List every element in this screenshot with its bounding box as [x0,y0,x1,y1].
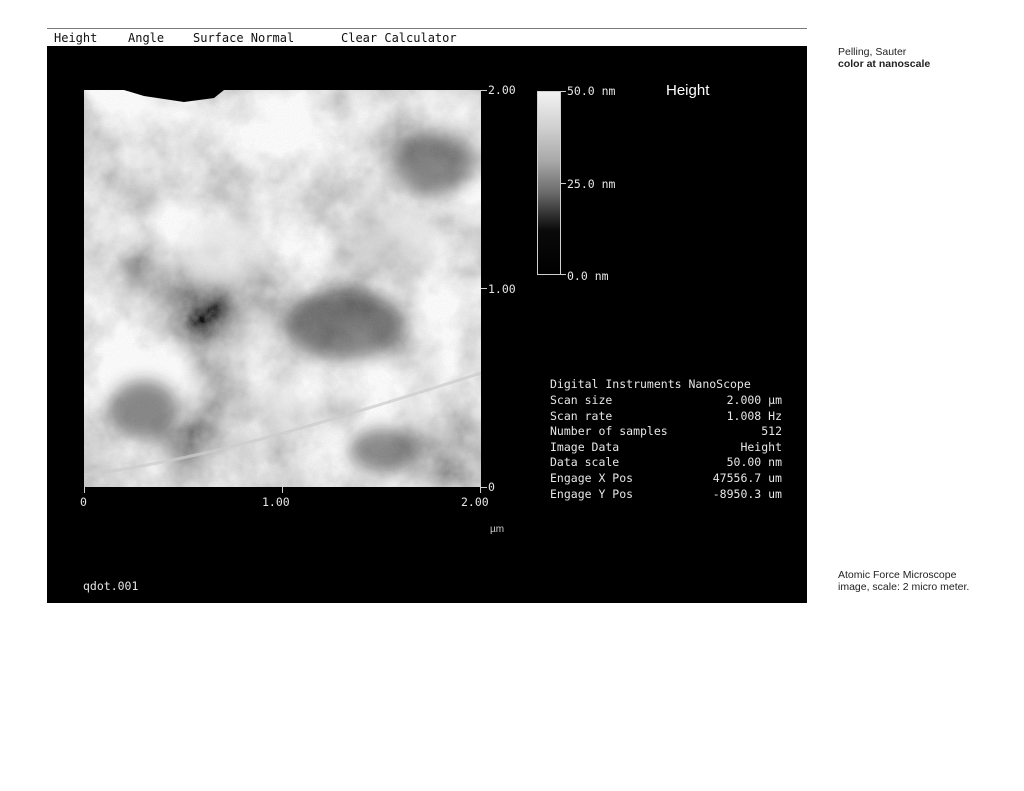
info-label: Engage Y Pos [550,486,634,501]
x-tick-right [480,487,481,493]
info-value: 2.000 µm [726,393,782,407]
info-label: Engage X Pos [550,471,634,485]
y-tick-mid [481,288,487,289]
menu-angle[interactable]: Angle [128,31,164,45]
menu-surface-normal[interactable]: Surface Normal [193,31,294,45]
y-label-mid: 1.00 [488,282,516,296]
info-label: Data scale [550,455,620,470]
side-title: color at nanoscale [838,58,931,70]
scale-label-bottom: 0.0 nm [567,269,609,283]
info-label: Scan rate [550,408,613,423]
scale-label-top: 50.0 nm [567,84,616,98]
y-label-bottom: 0 [488,480,495,494]
x-label-mid: 1.00 [262,495,290,509]
y-tick-top [481,90,487,91]
menu-height[interactable]: Height [54,31,97,45]
scale-label-mid: 25.0 nm [567,177,616,191]
info-value: -8950.3 um [712,486,782,501]
info-value: 512 [761,424,782,439]
info-value: 47556.7 um [712,471,782,485]
y-label-top: 2.00 [488,83,516,97]
x-tick-mid [282,487,283,493]
scale-tick-top [561,91,566,92]
menu-bar: Height Angle Surface Normal Clear Calcul… [47,28,807,46]
x-unit-label: µm [490,524,505,535]
menu-clear-calculator[interactable]: Clear Calculator [341,31,457,45]
side-authors: Pelling, Sauter [838,46,907,58]
info-label: Number of samples [550,424,668,439]
info-value: 50.00 nm [726,455,782,470]
info-label: Image Data [550,439,620,454]
info-label: Scan size [550,393,613,407]
x-label-right: 2.00 [461,495,489,509]
color-scale-bar [537,91,561,275]
x-label-left: 0 [80,495,87,509]
scale-tick-bottom [561,274,566,275]
side-caption: Atomic Force Microscope image, scale: 2 … [838,569,970,593]
y-tick-bottom [481,487,487,488]
info-value: Height [740,439,782,454]
info-header: Digital Instruments NanoScope [550,377,751,391]
info-value: 1.008 Hz [726,408,782,423]
nanoscope-screen: 2.00 1.00 0 0 1.00 2.00 µm 50.0 nm 25.0 … [47,46,807,603]
image-title: Height [666,82,710,99]
file-name: qdot.001 [83,579,139,593]
side-header: Pelling, Sauter color at nanoscale [838,46,930,70]
afm-height-image [84,90,481,487]
scale-tick-mid [561,183,566,184]
x-tick-left [84,487,85,493]
